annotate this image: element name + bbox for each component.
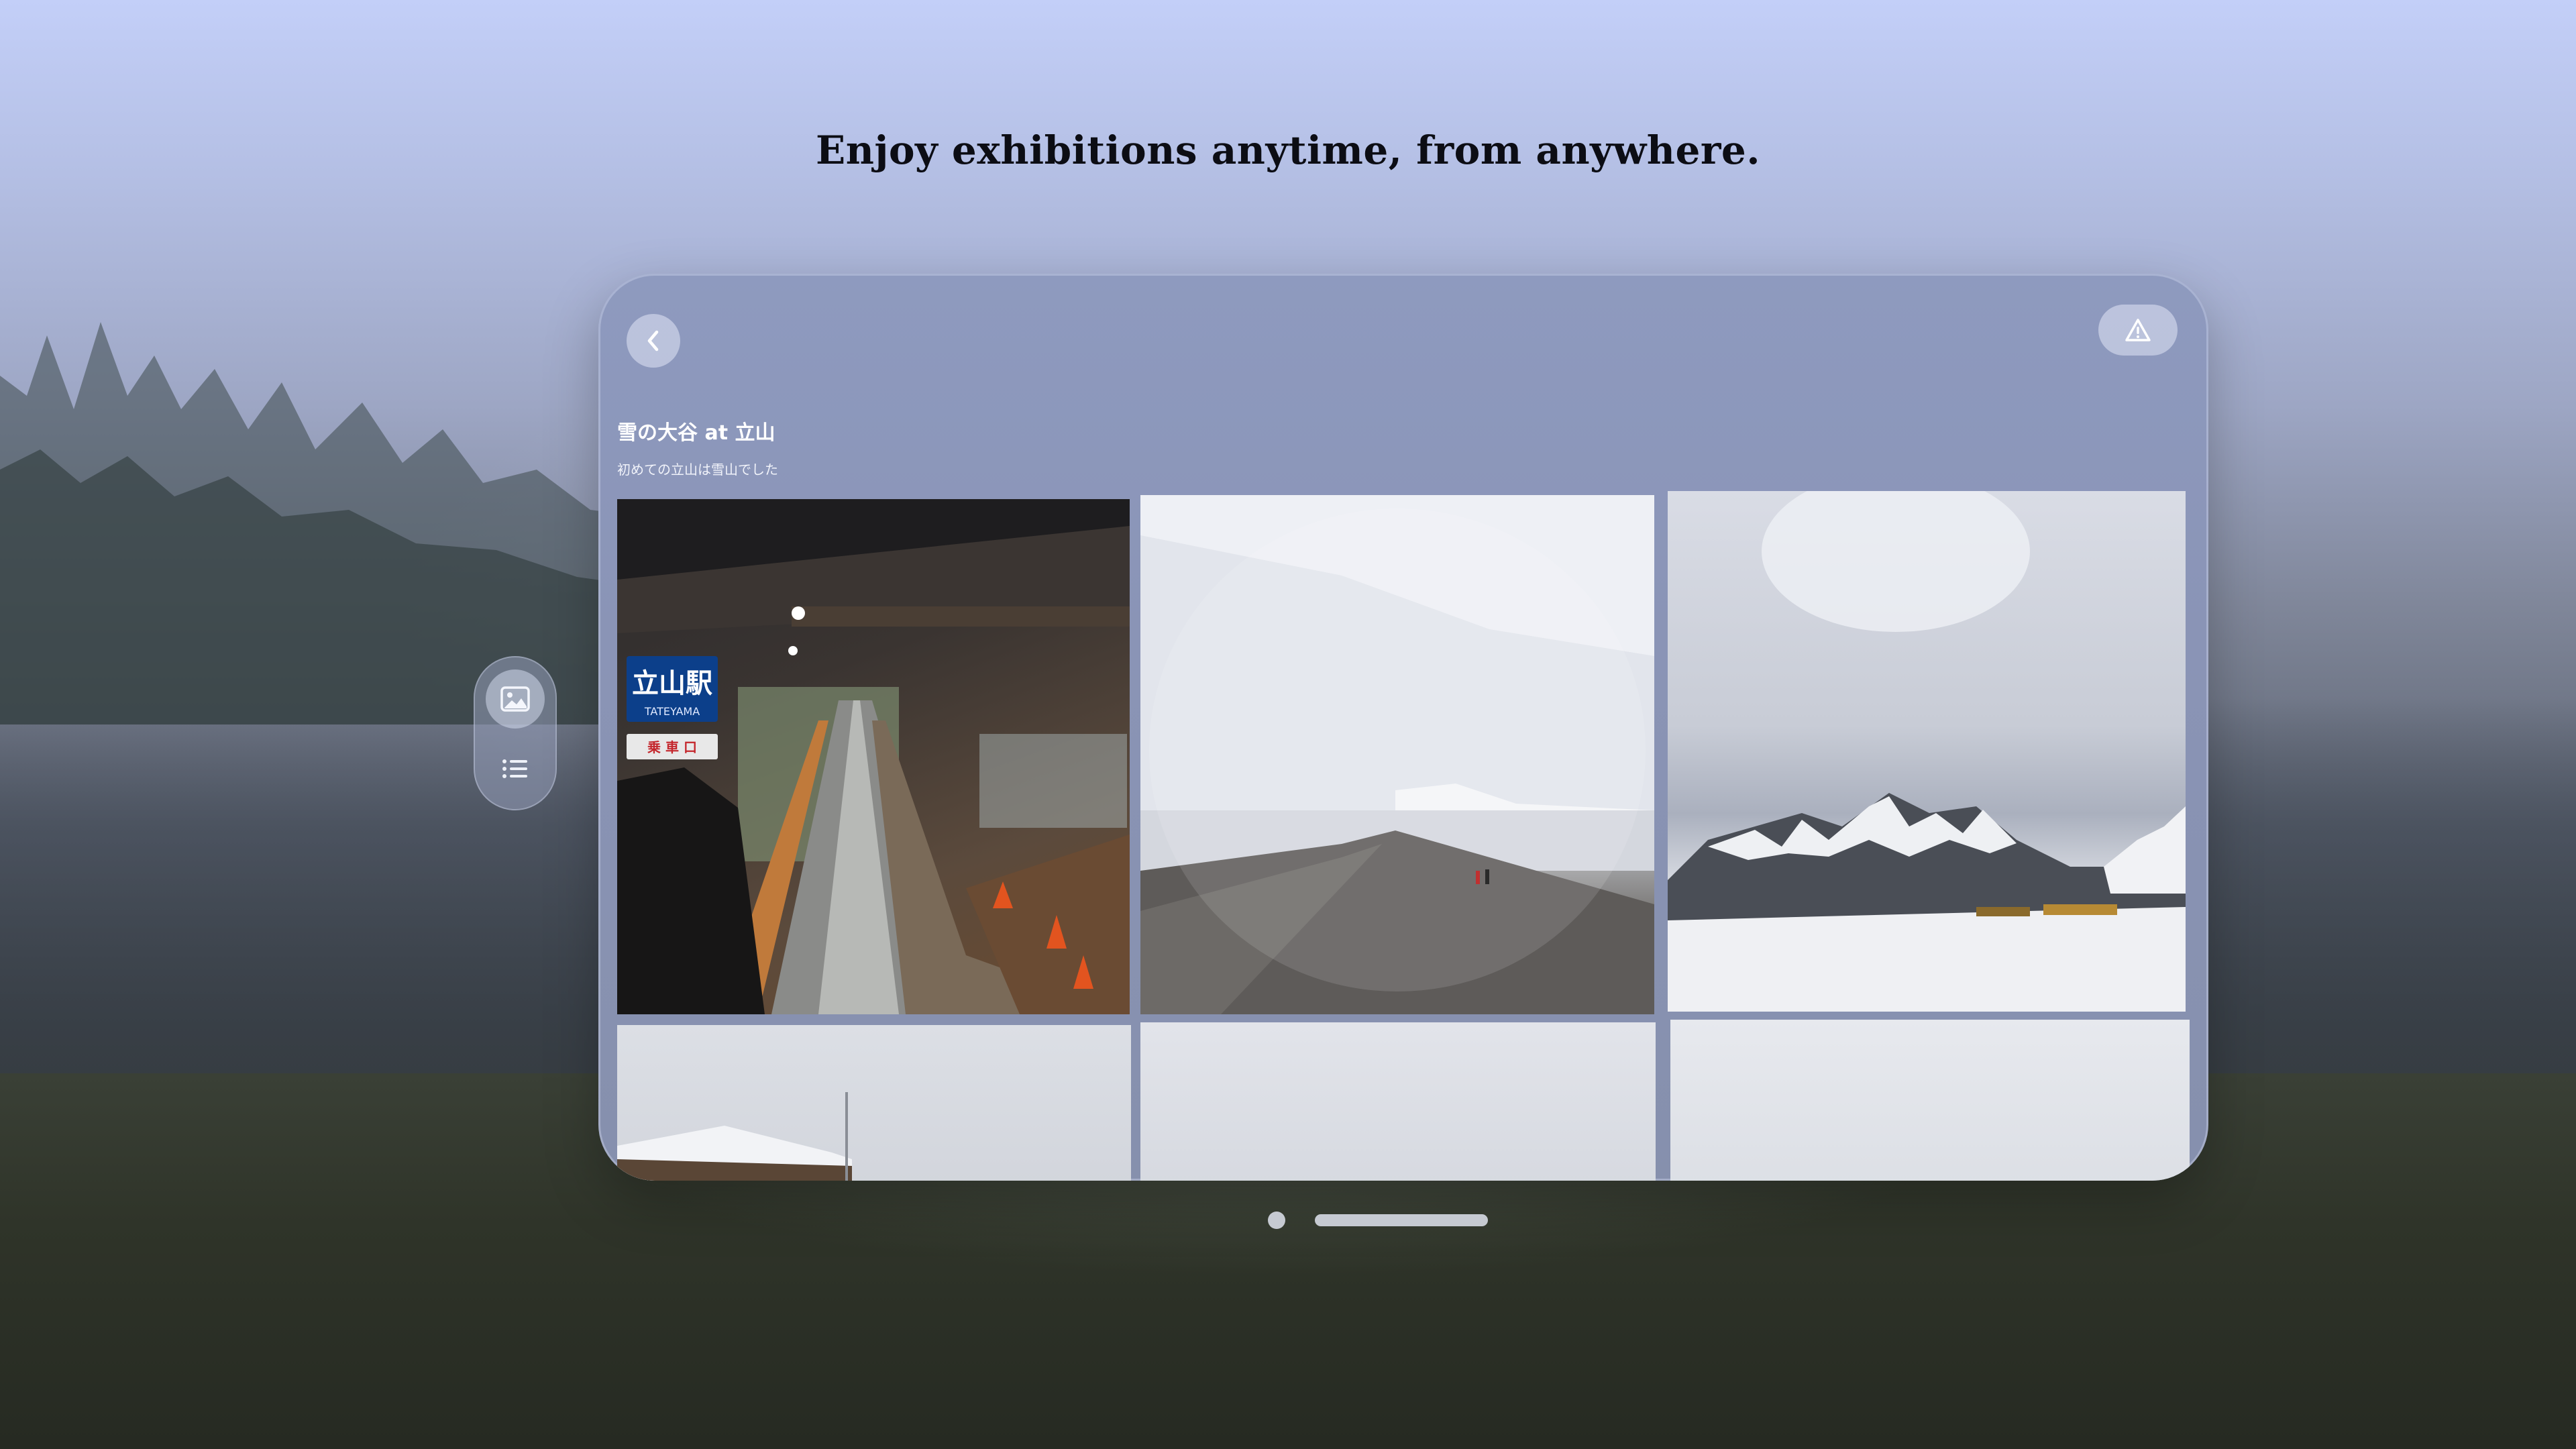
photo-tile-6[interactable] xyxy=(1670,1020,2190,1181)
snow-road-photo xyxy=(1140,495,1654,1014)
window-grab-bar[interactable] xyxy=(1315,1214,1488,1226)
station-gate-sign: 乗 車 口 xyxy=(647,739,697,755)
list-view-button[interactable] xyxy=(486,739,545,798)
warning-triangle-icon xyxy=(2125,319,2151,341)
view-switcher-ornament xyxy=(474,656,557,810)
photo-tile-mountains[interactable] xyxy=(1668,491,2186,1012)
station-sign-main: 立山駅 xyxy=(632,668,712,699)
photos-view-button[interactable] xyxy=(486,669,545,729)
tagline: Enjoy exhibitions anytime, from anywhere… xyxy=(815,127,1761,173)
gallery-window: 雪の大谷 at 立山 初めての立山は雪山でした 立山駅 TATEYAMA 乗 車… xyxy=(598,274,2208,1181)
list-icon xyxy=(502,759,527,778)
mountains-photo xyxy=(1668,491,2186,1012)
chevron-left-icon xyxy=(647,330,659,352)
window-close-dot[interactable] xyxy=(1268,1212,1285,1229)
photo-tile-station[interactable]: 立山駅 TATEYAMA 乗 車 口 xyxy=(617,499,1130,1014)
album-title: 雪の大谷 at 立山 xyxy=(617,421,775,445)
photo-tile-5[interactable] xyxy=(1140,1022,1656,1181)
station-photo: 立山駅 TATEYAMA 乗 車 口 xyxy=(617,499,1130,1014)
station-sign-sub: TATEYAMA xyxy=(644,705,700,718)
photo-icon xyxy=(500,686,530,712)
photo-tile-4[interactable] xyxy=(617,1025,1131,1181)
building-photo xyxy=(617,1092,852,1181)
album-subtitle: 初めての立山は雪山でした xyxy=(617,462,778,478)
back-button[interactable] xyxy=(627,314,680,368)
photo-tile-snow-road[interactable] xyxy=(1140,495,1654,1014)
report-button[interactable] xyxy=(2098,305,2178,356)
